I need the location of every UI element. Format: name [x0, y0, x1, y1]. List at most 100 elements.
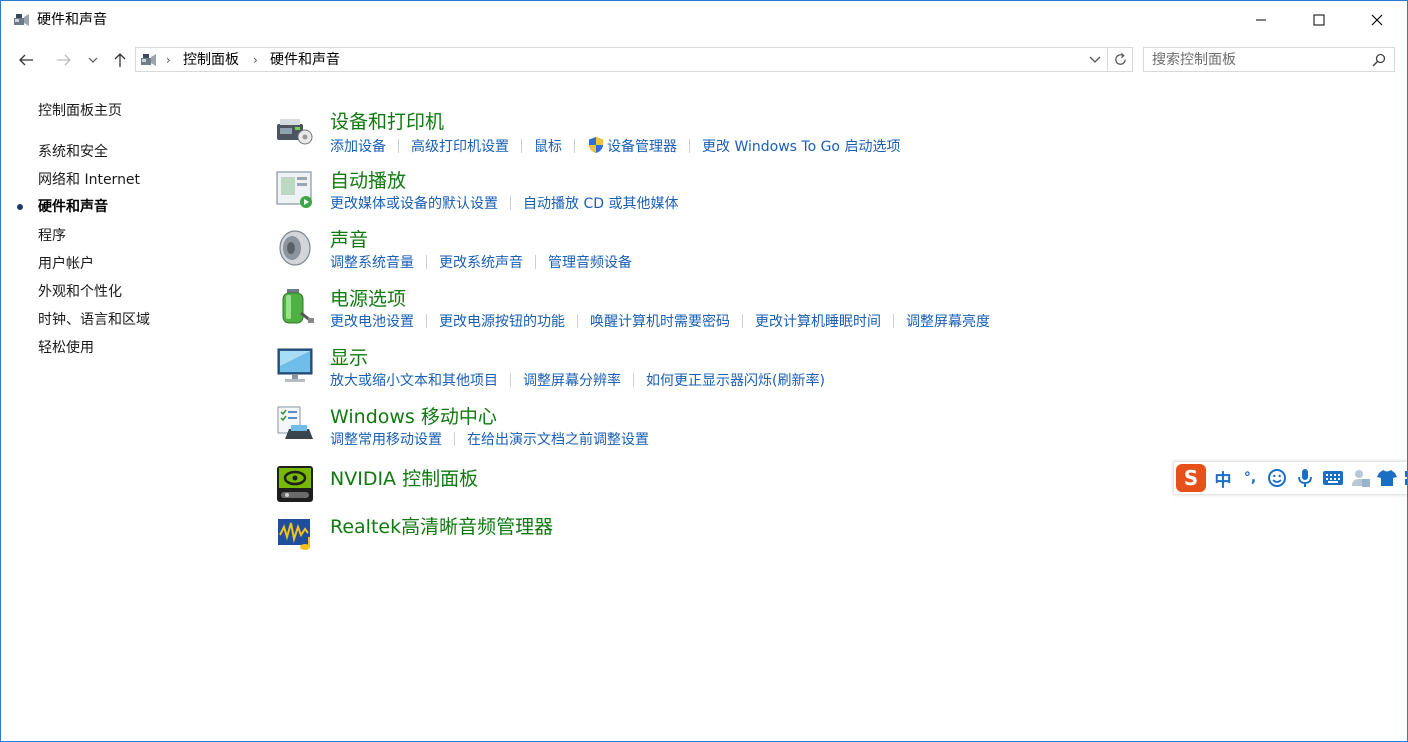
- link-device-manager[interactable]: 设备管理器: [607, 139, 677, 155]
- link-change-system-sounds[interactable]: 更改系统声音: [439, 255, 523, 271]
- sidebar-item-clock-region[interactable]: 时钟、语言和区域: [38, 311, 150, 329]
- arrow-left-icon: [19, 54, 33, 66]
- link-mouse[interactable]: 鼠标: [534, 139, 562, 155]
- control-panel-window: 硬件和声音 › 控制面板 › 硬件和声音 搜索控制面板 控制面板主页 系统和安全…: [0, 0, 1408, 742]
- forward-button[interactable]: [51, 47, 77, 73]
- minimize-button[interactable]: [1232, 1, 1290, 39]
- sidebar-item-programs[interactable]: 程序: [38, 227, 66, 245]
- link-adjust-mobile-settings[interactable]: 调整常用移动设置: [330, 432, 442, 448]
- link-separator: [510, 373, 511, 387]
- close-icon: [1371, 14, 1383, 26]
- search-input[interactable]: [1152, 51, 1357, 68]
- sidebar-item-network[interactable]: 网络和 Internet: [38, 171, 140, 189]
- uac-shield-icon: [589, 137, 603, 153]
- link-require-password-on-wake[interactable]: 唤醒计算机时需要密码: [590, 314, 730, 330]
- breadcrumb-separator[interactable]: ›: [253, 51, 258, 69]
- link-presentation-settings[interactable]: 在给出演示文档之前调整设置: [467, 432, 649, 448]
- category-title-autoplay[interactable]: 自动播放: [330, 169, 406, 193]
- category-links: 添加设备 高级打印机设置 鼠标 设备管理器 更改 Windows To Go 启动选项: [330, 136, 900, 156]
- link-separator: [426, 314, 427, 328]
- category-title-power-options[interactable]: 电源选项: [330, 287, 406, 311]
- link-separator: [574, 139, 575, 153]
- breadcrumb-control-panel[interactable]: 控制面板: [183, 51, 239, 69]
- search-box[interactable]: [1143, 47, 1395, 72]
- emoji-button[interactable]: [1266, 467, 1288, 489]
- minimize-icon: [1256, 19, 1266, 21]
- category-title-mobility-center[interactable]: Windows 移动中心: [330, 405, 497, 429]
- address-bar[interactable]: › 控制面板 › 硬件和声音: [135, 47, 1133, 72]
- link-screen-resolution[interactable]: 调整屏幕分辨率: [523, 373, 621, 389]
- up-button[interactable]: [107, 47, 133, 73]
- link-change-media-defaults[interactable]: 更改媒体或设备的默认设置: [330, 196, 498, 212]
- category-title-devices-printers[interactable]: 设备和打印机: [330, 110, 444, 134]
- link-separator: [633, 373, 634, 387]
- link-add-device[interactable]: 添加设备: [330, 139, 386, 155]
- category-links: 更改电池设置 更改电源按钮的功能 唤醒计算机时需要密码 更改计算机睡眠时间 调整屏幕亮度: [330, 313, 990, 331]
- link-windows-to-go[interactable]: 更改 Windows To Go 启动选项: [702, 139, 900, 155]
- ime-punctuation-toggle[interactable]: °,: [1238, 467, 1262, 489]
- close-button[interactable]: [1348, 1, 1406, 39]
- ime-user-button[interactable]: [1350, 467, 1372, 489]
- address-dropdown-icon[interactable]: [1086, 52, 1104, 68]
- sidebar-item-appearance[interactable]: 外观和个性化: [38, 283, 122, 301]
- sidebar-item-user-accounts[interactable]: 用户帐户: [38, 255, 94, 273]
- ime-mode-toggle[interactable]: 中: [1212, 467, 1234, 491]
- title-bar[interactable]: 硬件和声音: [1, 1, 1407, 39]
- link-power-button-function[interactable]: 更改电源按钮的功能: [439, 314, 565, 330]
- voice-input-button[interactable]: [1294, 467, 1316, 489]
- maximize-icon: [1313, 14, 1325, 26]
- search-icon[interactable]: [1372, 53, 1386, 67]
- link-manage-audio-devices[interactable]: 管理音频设备: [548, 255, 632, 271]
- sidebar-item-system-security[interactable]: 系统和安全: [38, 143, 108, 161]
- category-title-realtek[interactable]: Realtek高清晰音频管理器: [330, 515, 553, 539]
- category-title-nvidia[interactable]: NVIDIA 控制面板: [330, 467, 478, 491]
- refresh-button[interactable]: [1107, 48, 1132, 71]
- skin-button[interactable]: [1376, 467, 1398, 489]
- shirt-icon: [1377, 470, 1397, 486]
- microphone-icon: [1298, 469, 1312, 487]
- realtek-audio-icon[interactable]: [275, 513, 315, 553]
- link-advanced-printer-setup[interactable]: 高级打印机设置: [411, 139, 509, 155]
- link-autoplay-cd[interactable]: 自动播放 CD 或其他媒体: [523, 196, 678, 212]
- battery-icon[interactable]: [275, 287, 315, 327]
- user-icon: [1352, 470, 1370, 487]
- maximize-button[interactable]: [1290, 1, 1348, 39]
- nvidia-icon[interactable]: [275, 464, 315, 504]
- breadcrumb-hardware-sound[interactable]: 硬件和声音: [270, 51, 340, 69]
- sidebar-item-home[interactable]: 控制面板主页: [38, 102, 122, 120]
- link-adjust-brightness[interactable]: 调整屏幕亮度: [906, 314, 990, 330]
- link-separator: [577, 314, 578, 328]
- link-change-battery-settings[interactable]: 更改电池设置: [330, 314, 414, 330]
- category-title-sound[interactable]: 声音: [330, 228, 368, 252]
- link-separator: [521, 139, 522, 153]
- current-item-bullet: [17, 204, 23, 210]
- category-links: 更改媒体或设备的默认设置 自动播放 CD 或其他媒体: [330, 195, 678, 213]
- back-button[interactable]: [13, 47, 39, 73]
- sidebar-item-ease-of-access[interactable]: 轻松使用: [38, 339, 94, 357]
- ime-toolbox-button[interactable]: [1402, 467, 1407, 489]
- category-links: 调整系统音量 更改系统声音 管理音频设备: [330, 254, 632, 272]
- category-links: 放大或缩小文本和其他项目 调整屏幕分辨率 如何更正显示器闪烁(刷新率): [330, 372, 825, 390]
- monitor-icon[interactable]: [275, 346, 315, 386]
- link-separator: [535, 255, 536, 269]
- link-separator: [689, 139, 690, 153]
- recent-locations-button[interactable]: [83, 47, 103, 73]
- link-text-size[interactable]: 放大或缩小文本和其他项目: [330, 373, 498, 389]
- speaker-icon[interactable]: [275, 228, 315, 268]
- devices-printers-icon[interactable]: [275, 110, 315, 150]
- category-title-display[interactable]: 显示: [330, 346, 368, 370]
- emoji-icon: [1268, 469, 1286, 487]
- ime-logo[interactable]: S: [1176, 464, 1206, 492]
- autoplay-icon[interactable]: [275, 169, 315, 209]
- link-change-sleep-time[interactable]: 更改计算机睡眠时间: [755, 314, 881, 330]
- soft-keyboard-button[interactable]: [1320, 467, 1346, 489]
- mobility-center-icon[interactable]: [275, 405, 315, 445]
- link-separator: [454, 432, 455, 446]
- link-adjust-volume[interactable]: 调整系统音量: [330, 255, 414, 271]
- breadcrumb-separator[interactable]: ›: [166, 51, 171, 69]
- hardware-sound-icon: [14, 14, 29, 26]
- arrow-up-icon: [114, 53, 126, 67]
- link-separator: [426, 255, 427, 269]
- sidebar-item-hardware-sound[interactable]: 硬件和声音: [38, 198, 108, 216]
- link-refresh-rate[interactable]: 如何更正显示器闪烁(刷新率): [646, 373, 825, 389]
